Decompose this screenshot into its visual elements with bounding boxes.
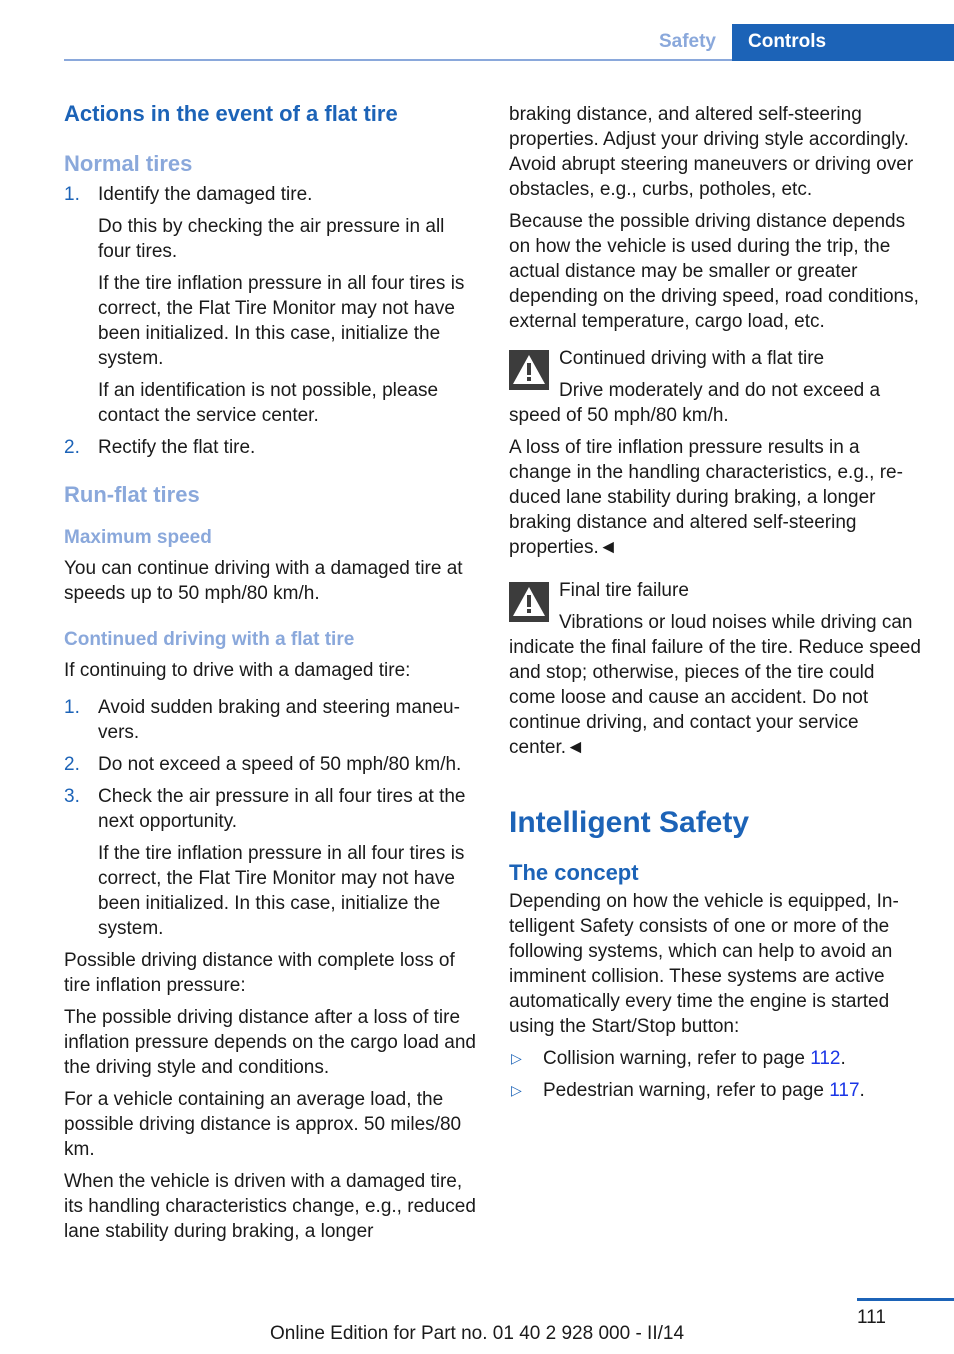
right-column: braking distance, and altered self-steer…: [509, 102, 924, 1110]
paragraph: You can continue driving with a damaged …: [64, 558, 463, 604]
list-item: ▷ Collision warning, refer to page 112.: [509, 1046, 924, 1071]
step-text: Rectify the flat tire.: [98, 437, 256, 458]
step-text: Do this by checking the air pressure in …: [98, 216, 445, 262]
paragraph: Possible driving distance with complete …: [64, 950, 455, 996]
warning-triangle-icon: [509, 582, 549, 622]
step-text: Check the air pressure in all four tires…: [98, 786, 466, 832]
warning-box: Continued driving with a flat tire Drive…: [509, 346, 924, 560]
subsection-heading: The concept: [509, 860, 639, 885]
paragraph: For a vehicle containing an average load…: [64, 1089, 462, 1160]
normal-tires-steps: 1. Identify the damaged tire. Do this by…: [64, 182, 479, 460]
step-text: Avoid sudden braking and steering maneu­…: [98, 697, 460, 743]
warning-text: Drive moderately and do not exceed a spe…: [509, 380, 881, 426]
triangle-bullet-icon: ▷: [511, 1082, 522, 1098]
step-text: Do not exceed a speed of 50 mph/80 km/h.: [98, 754, 462, 775]
paragraph: Because the possible driving distance de…: [509, 211, 919, 332]
page-link[interactable]: 117: [829, 1080, 859, 1101]
warning-box: Final tire failure Vibrations or loud no…: [509, 578, 924, 760]
step-text: If the tire inflation pressure in all fo…: [98, 273, 465, 369]
paragraph: When the vehicle is driven with a damage…: [64, 1171, 476, 1242]
list-item: 2. Do not exceed a speed of 50 mph/80 km…: [64, 752, 479, 777]
page-link[interactable]: 112: [810, 1048, 840, 1069]
paragraph: The possible driving distance after a lo…: [64, 1007, 476, 1078]
minor-heading: Continued driving with a flat tire: [64, 629, 355, 650]
step-number: 1.: [64, 184, 80, 205]
warning-text: Vibrations or loud noises while driving …: [509, 612, 921, 758]
punctuation: .: [840, 1048, 846, 1069]
list-item: 2. Rectify the flat tire.: [64, 435, 479, 460]
subsection-heading: Normal tires: [64, 151, 193, 176]
warning-title: Final tire failure: [559, 580, 689, 601]
bullet-text: Collision warning, refer to page: [543, 1048, 811, 1069]
footer-rule: [857, 1298, 954, 1301]
list-item: 3. Check the air pressure in all four ti…: [64, 784, 479, 941]
run-flat-steps: 1. Avoid sudden braking and steering man…: [64, 695, 479, 941]
header-rule: [64, 59, 732, 61]
systems-list: ▷ Collision warning, refer to page 112. …: [509, 1046, 924, 1103]
warning-title: Continued driving with a flat tire: [559, 348, 825, 369]
paragraph: Depending on how the vehicle is equipped…: [509, 891, 899, 1037]
tab-safety[interactable]: Safety: [640, 24, 732, 60]
edition-footer: Online Edition for Part no. 01 40 2 928 …: [269, 1323, 685, 1344]
step-number: 1.: [64, 697, 80, 718]
bullet-text: Pedestrian warning, refer to page: [543, 1080, 830, 1101]
section-title: Intelligent Safety: [509, 806, 750, 839]
step-text: If the tire inflation pressure in all fo…: [98, 843, 465, 939]
subsection-heading: Run-flat tires: [64, 482, 200, 507]
step-text: Identify the damaged tire.: [98, 184, 313, 205]
triangle-bullet-icon: ▷: [511, 1050, 522, 1066]
warning-triangle-icon: [509, 350, 549, 390]
tab-controls[interactable]: Controls: [732, 24, 954, 61]
list-item: ▷ Pedestrian warning, refer to page 117.: [509, 1078, 924, 1103]
step-number: 3.: [64, 786, 80, 807]
step-number: 2.: [64, 754, 80, 775]
step-number: 2.: [64, 437, 80, 458]
list-item: 1. Avoid sudden braking and steering man…: [64, 695, 479, 745]
warning-text: A loss of tire inflation pressure result…: [509, 437, 903, 558]
punctuation: .: [859, 1080, 865, 1101]
minor-heading: Maximum speed: [64, 527, 212, 548]
step-text: If an identification is not possible, pl…: [98, 380, 439, 426]
left-column: Actions in the event of a flat tire Norm…: [64, 100, 479, 1251]
list-item: 1. Identify the damaged tire. Do this by…: [64, 182, 479, 428]
paragraph: If continuing to drive with a damaged ti…: [64, 660, 411, 681]
section-heading: Actions in the event of a flat tire: [64, 101, 398, 126]
paragraph: braking distance, and altered self-steer…: [509, 104, 914, 200]
